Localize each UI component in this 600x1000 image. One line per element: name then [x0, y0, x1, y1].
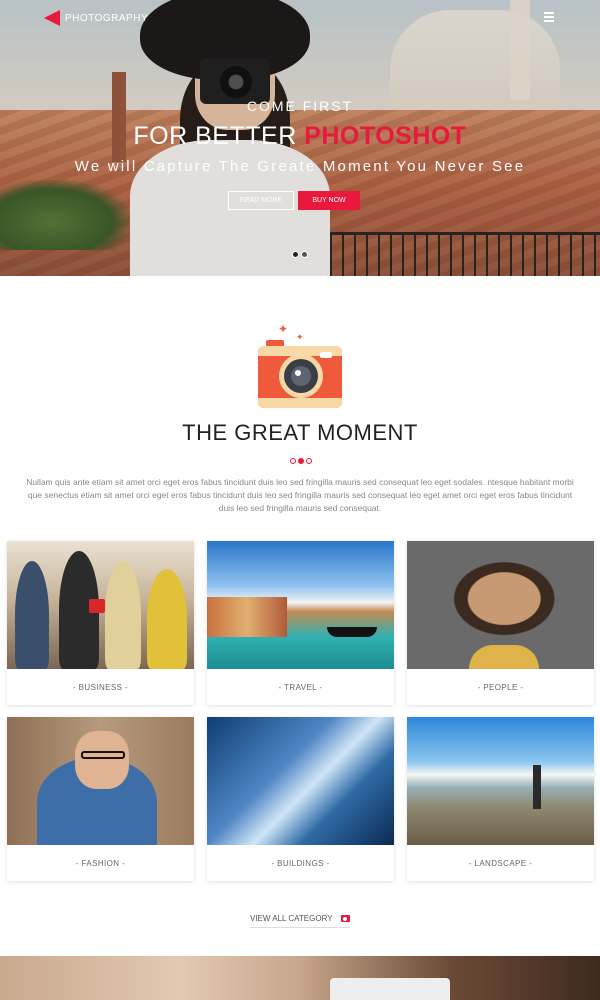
logo-triangle — [44, 10, 60, 26]
read-more-button[interactable]: READ MORE — [228, 191, 294, 210]
category-label: - BUSINESS - — [72, 682, 129, 692]
hero-subtitle: COME FIRST — [246, 98, 354, 114]
person-silhouette — [105, 561, 141, 669]
view-all-label: VIEW ALL CATEGORY — [250, 914, 333, 923]
slider-dot-1[interactable] — [292, 251, 299, 258]
slider-dot-2[interactable] — [301, 251, 308, 258]
category-label: - LANDSCAPE - — [468, 858, 533, 868]
section-separator — [290, 458, 312, 464]
buy-now-button[interactable]: BUY NOW — [298, 191, 360, 210]
fashion-image — [7, 717, 194, 845]
hero-title-accent: PHOTOSHOT — [304, 122, 467, 150]
gondola — [327, 627, 377, 637]
face — [75, 731, 129, 789]
travel-image — [207, 541, 394, 669]
people-image — [407, 541, 594, 669]
logo[interactable]: PHOTOGRAPHY — [44, 10, 148, 26]
menu-hamburger-icon[interactable] — [544, 12, 554, 22]
buildings-image — [207, 717, 394, 845]
bottom-camera — [330, 978, 450, 1000]
hiker-silhouette — [533, 765, 541, 809]
category-label: - BUILDINGS - — [271, 858, 330, 868]
hamburger-line — [544, 20, 554, 22]
slider-pagination — [292, 251, 308, 258]
hero-slider: PHOTOGRAPHY COME FIRST FOR BETTER PHOTOS… — [0, 0, 600, 276]
sparkle-icon: ✦ — [296, 332, 304, 342]
category-label: - FASHION - — [75, 858, 126, 868]
camera-icon-lens-glare — [295, 370, 301, 376]
category-card-travel[interactable]: - TRAVEL - — [207, 541, 394, 705]
hamburger-line — [544, 16, 554, 18]
camera-icon-bottom — [258, 398, 342, 408]
view-all-category-link[interactable]: VIEW ALL CATEGORY — [250, 910, 350, 928]
separator-dot — [298, 458, 304, 464]
separator-dot — [306, 458, 312, 464]
landscape-image — [407, 717, 594, 845]
camera-icon-flash — [320, 352, 332, 358]
logo-mark-icon — [44, 10, 62, 26]
person-silhouette — [147, 569, 187, 669]
section-title: THE GREAT MOMENT — [182, 420, 418, 445]
venice-buildings — [207, 597, 287, 637]
camera-icon: ✦ ✦ — [256, 322, 344, 410]
hamburger-line — [544, 12, 554, 14]
logo-text: PHOTOGRAPHY — [65, 12, 149, 24]
section-description: Nullam quis ante etiam sit amet orci ege… — [26, 477, 574, 513]
category-card-business[interactable]: - BUSINESS - — [7, 541, 194, 705]
category-label: - TRAVEL - — [278, 682, 323, 692]
shirt — [469, 645, 539, 669]
hero-title: FOR BETTER PHOTOSHOT — [0, 122, 600, 151]
camera-icon-lens-inner — [291, 366, 311, 386]
top-navbar: PHOTOGRAPHY — [0, 0, 600, 36]
coffee-cup — [89, 599, 105, 613]
camera-icon — [340, 915, 350, 922]
category-card-people[interactable]: - PEOPLE - — [407, 541, 594, 705]
person-silhouette — [15, 561, 49, 669]
category-card-buildings[interactable]: - BUILDINGS - — [207, 717, 394, 881]
sparkle-icon: ✦ — [278, 322, 289, 336]
separator-dot — [290, 458, 296, 464]
category-card-fashion[interactable]: - FASHION - — [7, 717, 194, 881]
category-label: - PEOPLE - — [477, 682, 524, 692]
hero-tagline: We will Capture The Greate Moment You Ne… — [74, 158, 526, 175]
bottom-banner-image — [0, 956, 600, 1000]
glasses — [81, 751, 125, 759]
business-image — [7, 541, 194, 669]
category-card-landscape[interactable]: - LANDSCAPE - — [407, 717, 594, 881]
hero-title-prefix: FOR BETTER — [133, 122, 305, 150]
